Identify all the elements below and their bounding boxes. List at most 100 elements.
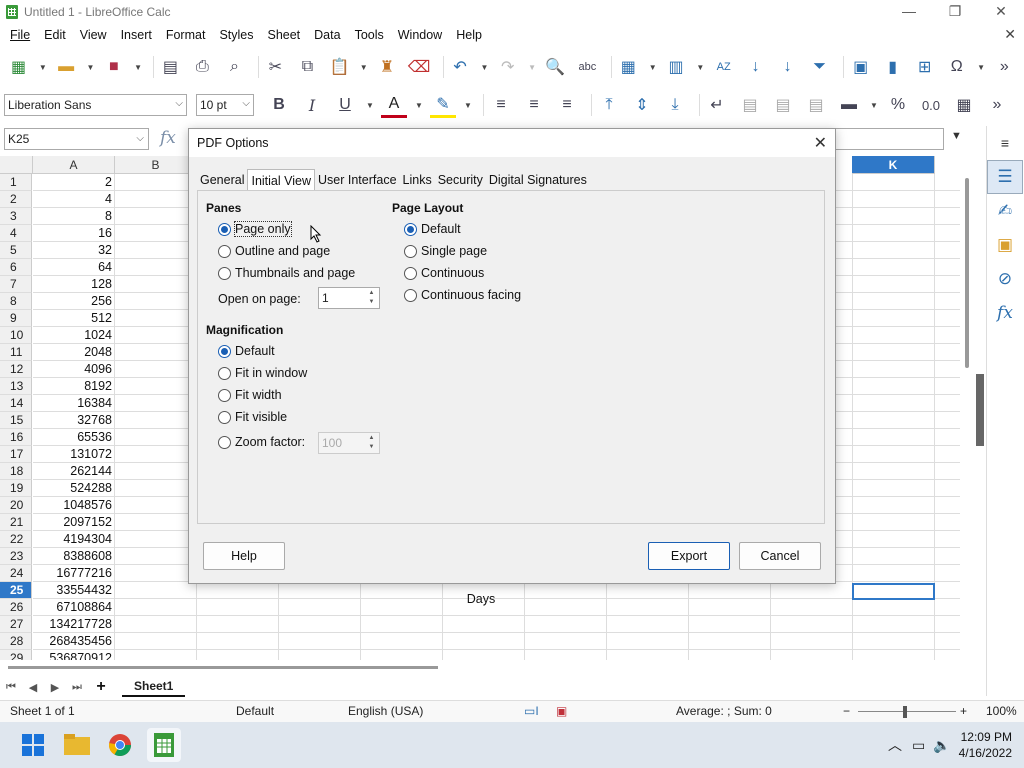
menu-window[interactable]: Window: [391, 28, 449, 42]
row-header[interactable]: 25: [0, 582, 32, 599]
row-header[interactable]: 7: [0, 276, 32, 293]
menu-edit[interactable]: Edit: [37, 28, 73, 42]
column-header-k[interactable]: K: [852, 156, 935, 174]
row-header[interactable]: 17: [0, 446, 32, 463]
row-header[interactable]: 13: [0, 378, 32, 395]
radio-thumbnails-and-page[interactable]: Thumbnails and page: [218, 266, 355, 280]
menu-view[interactable]: View: [73, 28, 114, 42]
cell-a[interactable]: 131072: [33, 446, 115, 463]
undo-icon[interactable]: ↶: [448, 54, 473, 80]
selection-mode-icon[interactable]: ▭I: [524, 704, 539, 718]
function-wizard-icon[interactable]: fx: [160, 128, 176, 148]
add-sheet-icon[interactable]: +: [88, 678, 114, 696]
styles-icon[interactable]: ✍: [987, 194, 1023, 228]
export-button[interactable]: Export: [648, 542, 730, 570]
align-middle-icon[interactable]: ⇕: [629, 92, 655, 118]
dialog-close-icon[interactable]: ✕: [814, 133, 827, 153]
toolbar-overflow-icon[interactable]: »: [992, 54, 1017, 80]
bold-icon[interactable]: B: [266, 92, 292, 118]
minimize-button[interactable]: —: [886, 0, 932, 24]
undo-dropdown-icon[interactable]: ▼: [480, 54, 490, 80]
toolbar-overflow-icon[interactable]: »: [984, 92, 1010, 118]
radio-continuous-facing[interactable]: Continuous facing: [404, 288, 521, 302]
menu-styles[interactable]: Styles: [212, 28, 260, 42]
sort-descending-icon[interactable]: ↓: [775, 54, 800, 80]
cell-a[interactable]: 2097152: [33, 514, 115, 531]
font-name-combo[interactable]: Liberation Sans ⌵: [4, 94, 187, 116]
row-header[interactable]: 1: [0, 174, 32, 191]
sort-ascending-icon[interactable]: ↓: [743, 54, 768, 80]
cell-a[interactable]: 1024: [33, 327, 115, 344]
row-icon[interactable]: ▦: [616, 54, 641, 80]
vertical-scroll-thumb[interactable]: [965, 178, 969, 368]
chart-icon[interactable]: ▮: [880, 54, 905, 80]
radio-fit-in-window[interactable]: Fit in window: [218, 366, 307, 380]
vertical-scrollbar[interactable]: [960, 156, 974, 660]
row-header[interactable]: 18: [0, 463, 32, 480]
radio-continuous[interactable]: Continuous: [404, 266, 484, 280]
menu-format[interactable]: Format: [159, 28, 213, 42]
cell-a[interactable]: 65536: [33, 429, 115, 446]
special-character-dropdown-icon[interactable]: ▼: [976, 54, 986, 80]
save-icon[interactable]: ■: [101, 54, 126, 80]
open-dropdown-icon[interactable]: ▼: [86, 54, 96, 80]
row-header[interactable]: 12: [0, 361, 32, 378]
cell-a[interactable]: 33554432: [33, 582, 115, 599]
print-preview-icon[interactable]: ⌕: [222, 54, 247, 80]
row-header[interactable]: 22: [0, 531, 32, 548]
open-on-page-spinbox[interactable]: 1 ▲ ▼: [318, 287, 380, 309]
cell-a[interactable]: 128: [33, 276, 115, 293]
cell-a[interactable]: 134217728: [33, 616, 115, 633]
cell-a[interactable]: 4096: [33, 361, 115, 378]
close-window-button[interactable]: ✕: [978, 0, 1024, 24]
cell-a[interactable]: 16: [33, 225, 115, 242]
paste-icon[interactable]: 📋: [327, 54, 352, 80]
row-header[interactable]: 11: [0, 344, 32, 361]
expand-formula-icon[interactable]: ▼: [951, 130, 962, 142]
column-icon[interactable]: ▥: [664, 54, 689, 80]
radio-fit-width[interactable]: Fit width: [218, 388, 282, 402]
row-header[interactable]: 2: [0, 191, 32, 208]
show-hidden-icons-icon[interactable]: ︿: [888, 735, 902, 755]
cut-icon[interactable]: ✂: [263, 54, 288, 80]
find-replace-icon[interactable]: 🔍: [543, 54, 568, 80]
underline-icon[interactable]: U: [332, 92, 358, 118]
row-header[interactable]: 27: [0, 616, 32, 633]
wrap-text-icon[interactable]: ↵: [704, 92, 730, 118]
currency-dropdown-icon[interactable]: ▼: [869, 92, 879, 118]
font-color-icon[interactable]: A: [381, 92, 407, 118]
align-bottom-icon[interactable]: ⤓: [662, 92, 688, 118]
cell-a[interactable]: 4194304: [33, 531, 115, 548]
libreoffice-calc-taskbar-icon[interactable]: [147, 728, 181, 762]
row-header[interactable]: 15: [0, 412, 32, 429]
copy-icon[interactable]: ⧉: [295, 54, 320, 80]
new-dropdown-icon[interactable]: ▼: [38, 54, 48, 80]
language-status[interactable]: English (USA): [348, 704, 423, 718]
row-header[interactable]: 16: [0, 429, 32, 446]
functions-icon[interactable]: fx: [987, 296, 1023, 330]
row-header[interactable]: 6: [0, 259, 32, 276]
sidebar-menu-icon[interactable]: ≡: [987, 126, 1023, 160]
properties-icon[interactable]: ☰: [987, 160, 1023, 194]
zoom-slider-thumb[interactable]: [903, 706, 907, 718]
row-header[interactable]: 5: [0, 242, 32, 259]
italic-icon[interactable]: I: [299, 92, 325, 118]
menu-help[interactable]: Help: [449, 28, 489, 42]
radio-page-only[interactable]: Page only: [218, 221, 292, 237]
zoom-in-icon[interactable]: +: [960, 704, 967, 718]
open-folder-icon[interactable]: ▬: [54, 54, 79, 80]
align-top-icon[interactable]: ⤒: [596, 92, 622, 118]
cell-a[interactable]: 4: [33, 191, 115, 208]
cell-a[interactable]: 262144: [33, 463, 115, 480]
row-header[interactable]: 28: [0, 633, 32, 650]
last-sheet-icon[interactable]: ⏭: [66, 681, 88, 694]
cell-a[interactable]: 32: [33, 242, 115, 259]
tab-security[interactable]: Security: [434, 169, 486, 191]
zoom-factor-spinbox[interactable]: 100 ▲ ▼: [318, 432, 380, 454]
corner-select-all[interactable]: [0, 156, 33, 174]
row-header[interactable]: 24: [0, 565, 32, 582]
underline-dropdown-icon[interactable]: ▼: [365, 92, 375, 118]
currency-icon[interactable]: ▬: [836, 92, 862, 118]
spelling-icon[interactable]: abc: [575, 54, 600, 80]
clear-formatting-icon[interactable]: ⌫: [407, 54, 432, 80]
